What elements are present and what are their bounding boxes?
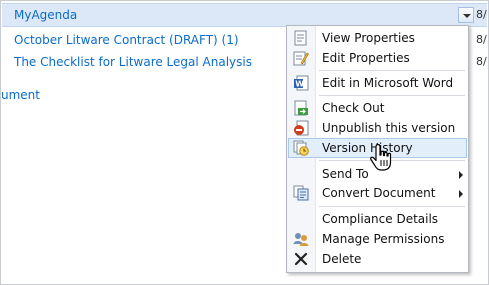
document-library: MyAgenda 8/ October Litware Contract (DR… xyxy=(0,0,489,285)
menu-item-delete[interactable]: Delete xyxy=(288,249,467,269)
menu-item-label: Version History xyxy=(322,141,413,155)
menu-separator xyxy=(319,206,465,207)
edit-properties-icon xyxy=(293,51,309,66)
item-dropdown-button[interactable] xyxy=(458,7,474,23)
menu-item-label: Manage Permissions xyxy=(322,232,445,246)
list-item[interactable]: The Checklist for Litware Legal Analysis xyxy=(14,51,252,73)
list-item-selected[interactable]: MyAgenda 8/ xyxy=(2,3,487,27)
menu-item-unpublish[interactable]: Unpublish this version xyxy=(288,118,467,138)
menu-item-view-properties[interactable]: View Properties xyxy=(288,28,467,48)
version-history-icon xyxy=(293,140,309,156)
check-out-icon xyxy=(294,100,308,116)
menu-item-edit-properties[interactable]: Edit Properties xyxy=(288,48,467,68)
menu-item-label: Compliance Details xyxy=(322,212,439,226)
menu-item-label: Edit in Microsoft Word xyxy=(322,76,454,90)
menu-item-label: Delete xyxy=(322,252,362,266)
menu-item-label: Send To xyxy=(322,167,369,181)
item-date: 8/ xyxy=(476,55,487,68)
menu-item-manage-permissions[interactable]: Manage Permissions xyxy=(288,229,467,249)
menu-separator xyxy=(319,95,465,96)
item-date: 8/ xyxy=(476,33,487,46)
menu-item-label: Unpublish this version xyxy=(322,121,456,135)
menu-item-label: Edit Properties xyxy=(322,51,410,65)
convert-document-icon xyxy=(293,185,309,201)
item-title-link[interactable]: The Checklist for Litware Legal Analysis xyxy=(14,55,252,69)
new-document-link[interactable]: ument xyxy=(1,84,40,106)
unpublish-icon xyxy=(294,120,309,136)
item-title-link[interactable]: October Litware Contract (DRAFT) (1) xyxy=(14,33,239,47)
list-item[interactable]: October Litware Contract (DRAFT) (1) xyxy=(14,29,239,51)
delete-icon xyxy=(294,252,308,266)
menu-item-label: Check Out xyxy=(322,101,385,115)
menu-item-edit-in-word[interactable]: W Edit in Microsoft Word xyxy=(288,73,467,93)
menu-item-convert-document[interactable]: Convert Document xyxy=(288,183,467,203)
item-title-link[interactable]: MyAgenda xyxy=(14,4,77,26)
menu-separator xyxy=(319,70,465,71)
new-document-label[interactable]: ument xyxy=(1,88,40,102)
menu-item-check-out[interactable]: Check Out xyxy=(288,98,467,118)
menu-item-compliance-details[interactable]: Compliance Details xyxy=(288,209,467,229)
view-properties-icon xyxy=(294,30,307,46)
submenu-arrow-icon xyxy=(459,190,463,198)
svg-text:W: W xyxy=(295,80,304,89)
hand-pointer-cursor-icon xyxy=(370,143,392,171)
menu-item-label: Convert Document xyxy=(322,186,436,200)
submenu-arrow-icon xyxy=(459,171,463,179)
item-date: 8/ xyxy=(476,8,487,21)
manage-permissions-icon xyxy=(293,233,309,246)
menu-item-label: View Properties xyxy=(322,31,415,45)
word-icon: W xyxy=(294,75,309,91)
